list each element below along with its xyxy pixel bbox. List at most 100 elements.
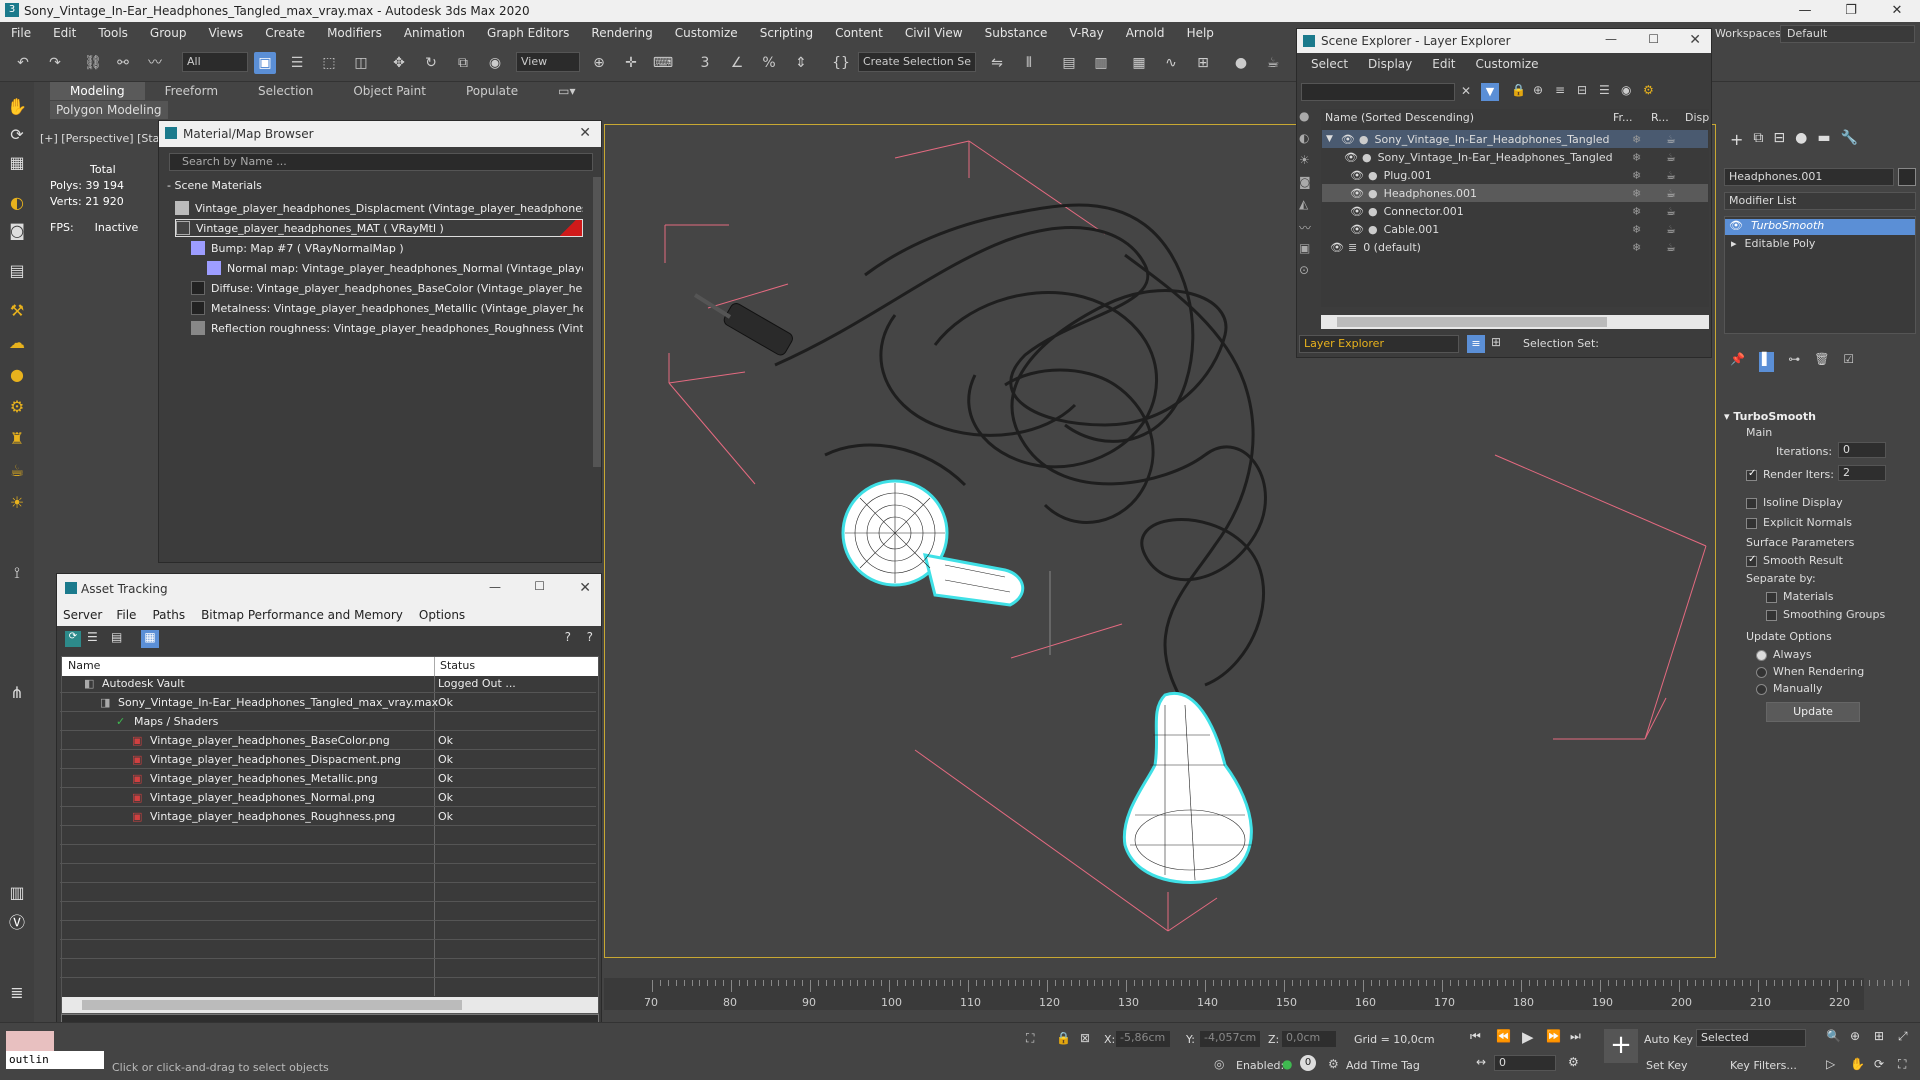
teapot-icon[interactable]: ☕ <box>6 460 28 482</box>
z-coord-field[interactable]: 0,0cm <box>1282 1031 1336 1047</box>
pivot-icon[interactable]: ⊕ <box>588 52 610 74</box>
minimize-icon[interactable]: — <box>489 580 501 594</box>
tab-freeform[interactable]: Freeform <box>145 82 238 100</box>
display-objects-icon[interactable]: ● <box>1299 109 1319 131</box>
manually-row[interactable]: Manually <box>1756 682 1823 695</box>
freeze-icon[interactable]: ❄ <box>1632 241 1641 254</box>
material-row[interactable]: Normal map: Vintage_player_headphones_No… <box>207 259 583 277</box>
previous-frame-icon[interactable]: ⏪ <box>1496 1029 1511 1043</box>
hierarchy-tab-icon[interactable]: ⊟ <box>1773 130 1785 156</box>
pan-view-icon[interactable]: ✋ <box>1850 1057 1865 1071</box>
camera-icon[interactable]: ◙ <box>6 220 28 242</box>
cloud-icon[interactable]: ☁ <box>6 332 28 354</box>
lock-icon[interactable]: 🔒 <box>1511 83 1526 97</box>
display-helpers-icon[interactable]: ◭ <box>1299 197 1319 219</box>
tab-selection[interactable]: Selection <box>238 82 333 100</box>
orbit-icon[interactable]: ⟳ <box>1874 1057 1884 1071</box>
material-row[interactable]: Vintage_player_headphones_Displacment (V… <box>175 199 583 217</box>
render-icon[interactable]: ☕ <box>1666 241 1676 254</box>
menu-edit[interactable]: Edit <box>42 26 87 40</box>
help-settings-icon[interactable]: ? <box>587 630 593 644</box>
asset-hscrollbar[interactable] <box>62 997 598 1013</box>
layer-props-icon[interactable]: ⚙ <box>1643 83 1654 97</box>
menu-substance[interactable]: Substance <box>974 26 1059 40</box>
render-icon[interactable]: ☕ <box>1666 133 1676 146</box>
schematic-view-icon[interactable]: ⊞ <box>1192 52 1214 74</box>
rotate-icon[interactable]: ↻ <box>420 52 442 74</box>
reference-coordinate-dropdown[interactable]: View <box>516 52 580 72</box>
display-groups-icon[interactable]: ▣ <box>1299 241 1319 263</box>
render-setup-icon[interactable]: ☕ <box>1262 52 1284 74</box>
iterations-spinner[interactable]: 0 <box>1838 442 1886 458</box>
scene-explorer-hscrollbar[interactable] <box>1321 315 1709 329</box>
turbosmooth-rollout-title[interactable]: ▾ TurboSmooth <box>1724 410 1816 423</box>
tab-object-paint[interactable]: Object Paint <box>333 82 446 100</box>
asset-menu-paths[interactable]: Paths <box>144 608 193 622</box>
script-icon[interactable]: ▥ <box>6 882 28 904</box>
layer-visibility-icon[interactable]: ◉ <box>1621 83 1631 97</box>
layer-hierarchy-icon[interactable]: ⊟ <box>1577 83 1587 97</box>
always-radio[interactable] <box>1756 649 1767 661</box>
freeze-icon[interactable]: ❄ <box>1632 205 1641 218</box>
freeze-icon[interactable]: ❄ <box>1632 187 1641 200</box>
refresh-icon[interactable]: ⟳ <box>65 631 81 647</box>
render-icon[interactable]: ☕ <box>1666 187 1676 200</box>
enabled-indicator-icon[interactable]: ● <box>1282 1057 1292 1071</box>
visibility-eye-icon[interactable]: 👁 <box>1330 241 1344 254</box>
pin-stack-icon[interactable]: 📌 <box>1730 352 1745 372</box>
visibility-eye-icon[interactable]: 👁 <box>1350 187 1364 200</box>
always-row[interactable]: Always <box>1756 648 1812 661</box>
auto-key-button[interactable]: Auto Key <box>1644 1033 1693 1046</box>
se-menu-select[interactable]: Select <box>1297 57 1358 71</box>
se-menu-customize[interactable]: Customize <box>1466 57 1549 71</box>
snaps-toggle-icon[interactable]: 3 <box>694 52 716 74</box>
scene-explorer-search-input[interactable] <box>1301 83 1455 101</box>
smooth-result-checkbox[interactable] <box>1746 554 1757 567</box>
key-filters-button[interactable]: Key Filters... <box>1730 1059 1797 1072</box>
menu-rendering[interactable]: Rendering <box>580 26 663 40</box>
gear-icon[interactable]: ⚙ <box>6 396 28 418</box>
update-button[interactable]: Update <box>1766 702 1860 722</box>
key-mode-icon[interactable]: ↔ <box>1476 1055 1486 1069</box>
scene-tree-row[interactable]: 👁 ● Connector.001 ❄ ☕ <box>1322 202 1708 220</box>
keyboard-shortcut-icon[interactable]: ⌨ <box>652 52 674 74</box>
mirror-icon[interactable]: ⇋ <box>986 52 1008 74</box>
stack-item-editable-poly[interactable]: ▸ Editable Poly <box>1725 237 1915 253</box>
when-rendering-radio[interactable] <box>1756 666 1767 678</box>
absolute-mode-icon[interactable]: ⊠ <box>1080 1031 1090 1045</box>
material-row[interactable]: Reflection roughness: Vintage_player_hea… <box>191 319 583 337</box>
remove-modifier-icon[interactable]: 🗑 <box>1814 352 1829 372</box>
table-row[interactable]: ✓ Maps / Shaders <box>60 712 596 731</box>
freeze-icon[interactable]: ❄ <box>1632 133 1641 146</box>
zoom-extents-all-icon[interactable]: ⤢ <box>1898 1029 1908 1044</box>
table-row[interactable]: ▣ Vintage_player_headphones_Metallic.png O… <box>60 769 596 788</box>
asset-menu-server[interactable]: Server <box>57 608 108 622</box>
rect-selection-icon[interactable]: ⬚ <box>318 52 340 74</box>
select-by-name-icon[interactable]: ☰ <box>286 52 308 74</box>
time-tag-counter-icon[interactable]: 0 <box>1300 1055 1316 1071</box>
isolate-icon[interactable]: ⛶ <box>1026 1031 1034 1046</box>
listener-icon[interactable]: ≣ <box>6 982 28 1004</box>
layer-toggle-icon[interactable]: ≡ <box>1467 335 1485 353</box>
menu-arnold[interactable]: Arnold <box>1115 26 1176 40</box>
display-geometry-icon[interactable]: ◐ <box>1299 131 1319 153</box>
link-icon[interactable]: ⛓ <box>82 52 104 74</box>
align-icon[interactable]: ⫴ <box>1018 52 1040 74</box>
column-frozen[interactable]: Fr... <box>1613 111 1633 124</box>
menu-tools[interactable]: Tools <box>87 26 139 40</box>
scene-tree-row[interactable]: 👁 ● Plug.001 ❄ ☕ <box>1322 166 1708 184</box>
angle-snap-icon[interactable]: ∠ <box>726 52 748 74</box>
help-icon[interactable]: ? <box>565 630 571 644</box>
render-iters-spinner[interactable]: 2 <box>1838 465 1886 481</box>
orbit-icon[interactable]: ⟳ <box>6 124 28 146</box>
show-end-result-icon[interactable]: ▌ <box>1758 352 1775 372</box>
field-of-view-icon[interactable]: ▷ <box>1826 1057 1835 1071</box>
explicit-normals-row[interactable]: Explicit Normals <box>1746 516 1852 529</box>
sun-icon[interactable]: ☀ <box>6 492 28 514</box>
play-icon[interactable]: ▶ <box>1522 1028 1534 1046</box>
placement-icon[interactable]: ◉ <box>484 52 506 74</box>
toggle-ribbon-icon[interactable]: ▦ <box>1128 52 1150 74</box>
material-search-input[interactable]: Search by Name ... <box>169 153 593 171</box>
table-view-icon[interactable]: ▦ <box>141 630 159 648</box>
adaptive-degradation-icon[interactable]: ◎ <box>1214 1057 1224 1071</box>
